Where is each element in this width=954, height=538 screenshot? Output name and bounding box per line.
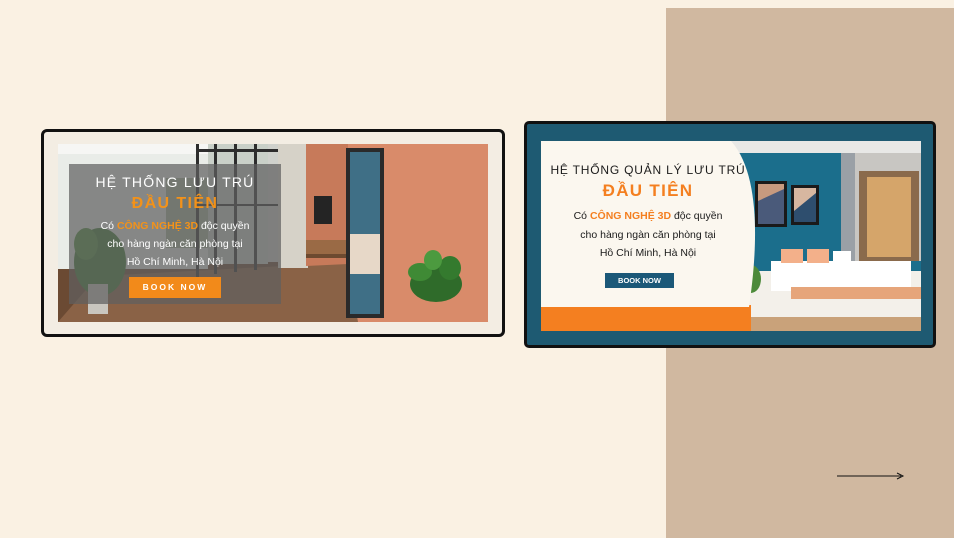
- banner2-desc-line1: Có CÔNG NGHỆ 3D độc quyền: [573, 210, 723, 222]
- banner1-book-now-button[interactable]: BOOK NOW: [129, 277, 221, 298]
- banner1-desc-line3: Hồ Chí Minh, Hà Nội: [126, 256, 224, 268]
- banner2-title: HỆ THỐNG QUẢN LÝ LƯU TRÚ: [550, 163, 746, 177]
- banner1-title: HỆ THỐNG LƯU TRÚ: [95, 174, 255, 190]
- banner2-desc-line2: cho hàng ngàn căn phòng tại: [580, 229, 716, 241]
- banner2-book-now-button[interactable]: BOOK NOW: [605, 273, 674, 288]
- banner1-accent: ĐẦU TIÊN: [131, 195, 219, 212]
- banner2-highlight: CÔNG NGHỆ 3D: [589, 210, 672, 222]
- banner-option-1[interactable]: HỆ THỐNG LƯU TRÚ ĐẦU TIÊN Có CÔNG NGHỆ 3…: [41, 129, 505, 337]
- banner2-content: HỆ THỐNG QUẢN LÝ LƯU TRÚ ĐẦU TIÊN Có CÔN…: [541, 141, 921, 331]
- banner2-accent: ĐẦU TIÊN: [602, 181, 694, 200]
- banner2-desc-line3: Hồ Chí Minh, Hà Nội: [599, 247, 697, 259]
- banner-option-2[interactable]: HỆ THỐNG QUẢN LÝ LƯU TRÚ ĐẦU TIÊN Có CÔN…: [524, 121, 936, 348]
- banner1-room-photo: HỆ THỐNG LƯU TRÚ ĐẦU TIÊN Có CÔNG NGHỆ 3…: [58, 144, 488, 322]
- banner1-desc-line2: cho hàng ngàn căn phòng tại: [107, 238, 243, 250]
- banner1-highlight: CÔNG NGHỆ 3D: [116, 220, 199, 232]
- arrow-right-icon[interactable]: [837, 470, 905, 482]
- banner1-desc-line1: Có CÔNG NGHỆ 3D độc quyền: [100, 220, 250, 232]
